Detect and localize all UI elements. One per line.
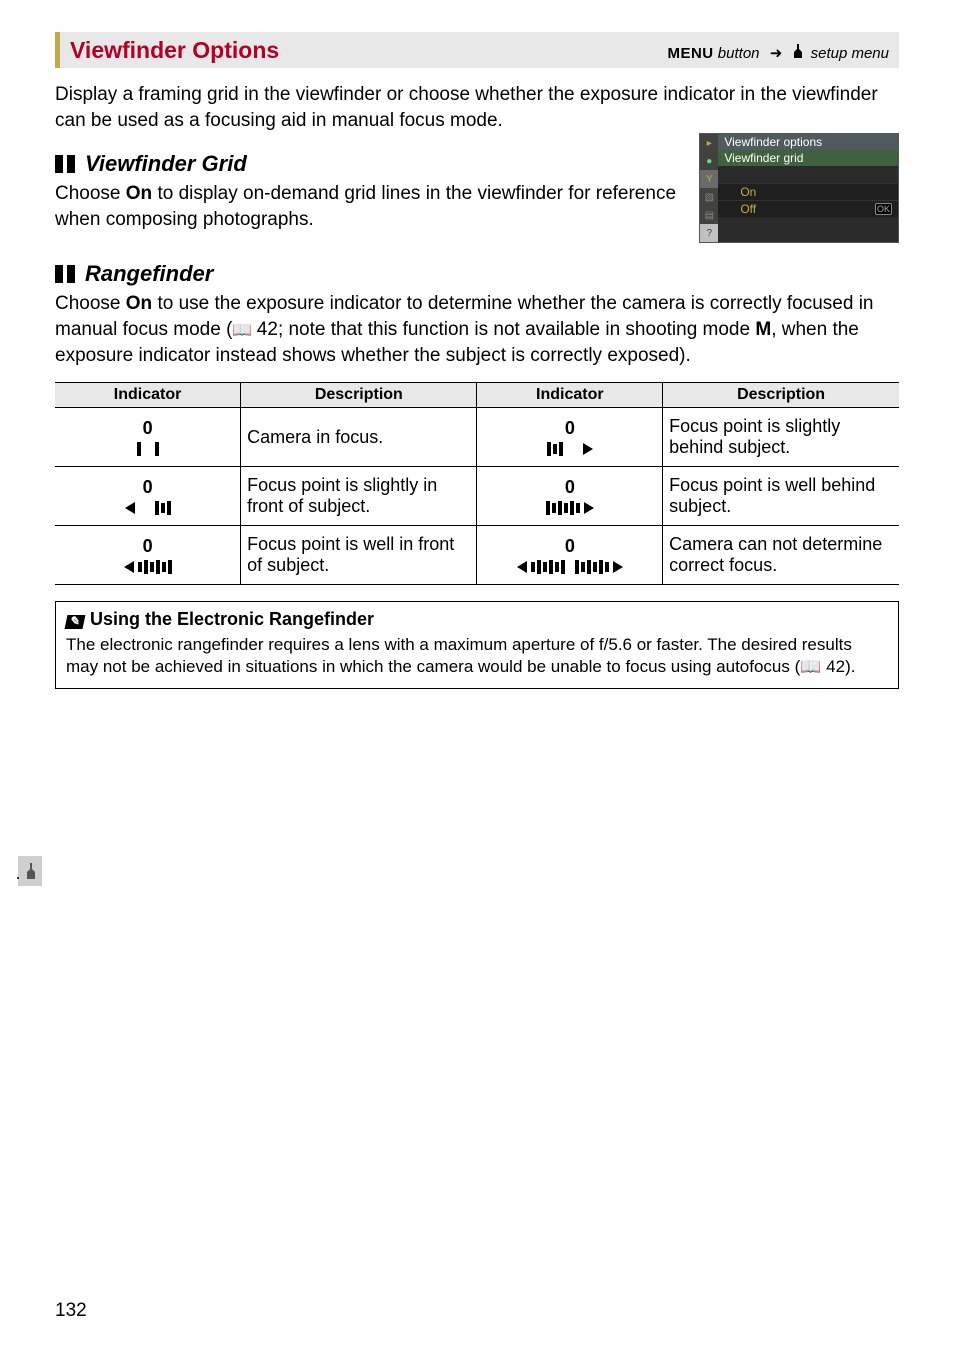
zero-icon: 0 xyxy=(143,477,153,498)
scale-icon xyxy=(546,501,594,515)
page-number: 132 xyxy=(55,1300,87,1322)
th-indicator: Indicator xyxy=(55,383,241,408)
text: Choose xyxy=(55,293,126,314)
page-ref-icon: 📖 xyxy=(800,657,826,676)
note-body: ). xyxy=(845,657,855,676)
desc-cell: Focus point is well behind subject. xyxy=(663,467,899,526)
text-bold: On xyxy=(126,293,152,314)
menu-path: MENU button ➜ setup menu xyxy=(667,36,899,72)
note-box: ✎ Using the Electronic Rangefinder The el… xyxy=(55,601,899,689)
text: Choose xyxy=(55,183,126,204)
indicator-cell: 0 xyxy=(477,526,663,585)
text: ; note that this function is not availab… xyxy=(278,319,755,340)
text-bold: M xyxy=(755,319,771,340)
camera-menu-subheader: Viewfinder grid xyxy=(718,150,898,166)
page-ref-num: 42 xyxy=(257,319,278,340)
zero-icon: 0 xyxy=(143,418,153,439)
indicator-cell: 0 xyxy=(55,408,241,467)
tab-retouch-icon: ▧ xyxy=(700,188,718,206)
camera-menu-item-off: Off OK xyxy=(718,200,898,217)
menu-prefix: MENU xyxy=(667,45,713,62)
section-marker-icon xyxy=(55,155,75,173)
scale-icon xyxy=(547,442,593,456)
arrow-right-icon: ➜ xyxy=(770,45,783,62)
desc-cell: Focus point is well in front of subject. xyxy=(241,526,477,585)
tab-mymenu-icon: ▤ xyxy=(700,206,718,224)
th-indicator: Indicator xyxy=(477,383,663,408)
subsection-heading: Rangefinder xyxy=(85,261,213,287)
subsection-heading: Viewfinder Grid xyxy=(85,151,247,177)
zero-icon: 0 xyxy=(565,477,575,498)
zero-icon: 0 xyxy=(143,536,153,557)
rangefinder-body: Choose On to use the exposure indicator … xyxy=(55,291,899,368)
section-title-bar: Viewfinder Options MENU button ➜ setup m… xyxy=(55,32,899,68)
camera-menu-screenshot: ▸ ● Y ▧ ▤ ? Viewfinder options Viewfinde… xyxy=(699,133,899,243)
text-bold: On xyxy=(126,183,152,204)
desc-cell: Camera can not determine correct focus. xyxy=(663,526,899,585)
desc-cell: Camera in focus. xyxy=(241,408,477,467)
desc-cell: Focus point is slightly behind subject. xyxy=(663,408,899,467)
side-tab-setup xyxy=(18,856,42,886)
indicator-cell: 0 xyxy=(477,467,663,526)
wrench-icon xyxy=(792,45,808,62)
note-title: ✎ Using the Electronic Rangefinder xyxy=(66,608,888,631)
scale-icon xyxy=(124,560,172,574)
section-marker-icon xyxy=(55,265,75,283)
camera-menu-header: Viewfinder options xyxy=(718,134,898,150)
label: Off xyxy=(740,202,756,216)
pencil-icon: ✎ xyxy=(65,615,86,629)
desc-cell: Focus point is slightly in front of subj… xyxy=(241,467,477,526)
note-body: The electronic rangefinder requires a le… xyxy=(66,635,852,676)
th-description: Description xyxy=(241,383,477,408)
zero-icon: 0 xyxy=(565,536,575,557)
vf-grid-body: Choose On to display on-demand grid line… xyxy=(55,181,681,232)
tab-help-icon: ? xyxy=(700,224,718,242)
menu-suffix: setup menu xyxy=(811,45,889,62)
tab-shooting-icon: ● xyxy=(700,152,718,170)
ok-badge: OK xyxy=(875,203,892,215)
wrench-icon xyxy=(25,863,37,879)
indicator-cell: 0 xyxy=(55,467,241,526)
intro-text: Display a framing grid in the viewfinder… xyxy=(55,82,899,133)
tab-playback-icon: ▸ xyxy=(700,134,718,152)
label: On xyxy=(740,185,756,199)
page-ref-num: 42 xyxy=(826,657,845,676)
scale-icon xyxy=(137,442,159,456)
th-description: Description xyxy=(663,383,899,408)
indicator-table: Indicator Description Indicator Descript… xyxy=(55,382,899,585)
menu-button-word: button xyxy=(718,45,760,62)
camera-menu-tabs: ▸ ● Y ▧ ▤ ? xyxy=(700,134,718,242)
scale-icon xyxy=(125,501,171,515)
note-title-text: Using the Electronic Rangefinder xyxy=(90,609,374,629)
zero-icon: 0 xyxy=(565,418,575,439)
subsection-viewfinder-grid: Viewfinder Grid xyxy=(55,151,681,177)
page-ref-icon: 📖 xyxy=(232,322,256,339)
indicator-cell: 0 xyxy=(477,408,663,467)
subsection-rangefinder: Rangefinder xyxy=(55,261,899,287)
camera-menu-item-on: On xyxy=(718,183,898,200)
scale-icon xyxy=(517,560,623,574)
indicator-cell: 0 xyxy=(55,526,241,585)
tab-setup-icon: Y xyxy=(700,170,718,188)
section-title: Viewfinder Options xyxy=(60,32,667,68)
